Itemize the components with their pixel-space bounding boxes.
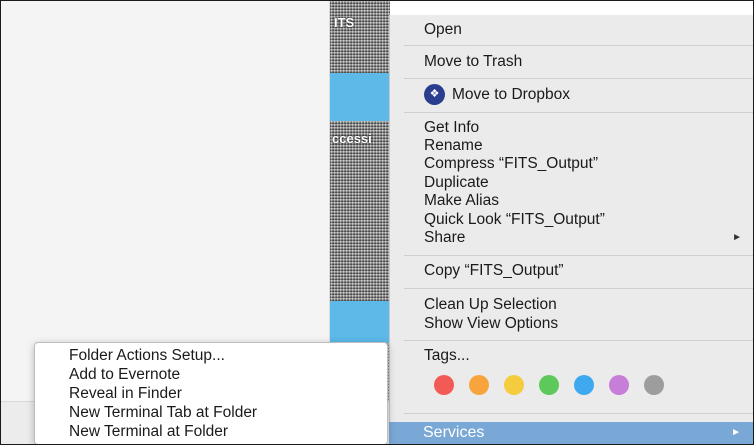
menu-separator — [404, 340, 753, 341]
tag-color-dot[interactable] — [644, 375, 664, 395]
menu-separator — [404, 413, 753, 414]
menu-item-move-to-trash[interactable]: Move to Trash — [424, 52, 522, 71]
file-name-label: ITS — [334, 15, 355, 30]
menu-item-share[interactable]: Share — [424, 228, 465, 247]
menu-separator — [404, 78, 753, 79]
menu-separator — [404, 255, 753, 256]
menu-item-make-alias[interactable]: Make Alias — [424, 191, 499, 210]
file-name-label-2: ccessi — [332, 131, 372, 146]
menu-item-show-view-options[interactable]: Show View Options — [424, 314, 558, 333]
chevron-right-icon: ► — [731, 427, 741, 438]
tag-color-dot[interactable] — [574, 375, 594, 395]
selected-file-highlight-2[interactable] — [330, 301, 390, 343]
selected-file-highlight[interactable] — [330, 73, 390, 121]
submenu-item-folder-actions-setup[interactable]: Folder Actions Setup... — [69, 346, 225, 365]
context-menu: Open Move to Trash ❖ Move to Dropbox Get… — [389, 15, 753, 444]
menu-item-clean-up-selection[interactable]: Clean Up Selection — [424, 295, 557, 314]
menu-separator — [404, 288, 753, 289]
submenu-item-add-to-evernote[interactable]: Add to Evernote — [69, 365, 180, 384]
tag-color-dot[interactable] — [504, 375, 524, 395]
tag-color-dot[interactable] — [469, 375, 489, 395]
menu-item-tags[interactable]: Tags... — [424, 346, 470, 365]
menu-item-services-highlighted[interactable]: Services ► — [389, 422, 753, 444]
submenu-item-reveal-in-finder[interactable]: Reveal in Finder — [69, 384, 182, 403]
services-submenu: Folder Actions Setup... Add to Evernote … — [34, 342, 388, 444]
menu-item-rename[interactable]: Rename — [424, 136, 483, 155]
menu-item-duplicate[interactable]: Duplicate — [424, 173, 489, 192]
tag-color-dot[interactable] — [539, 375, 559, 395]
menu-separator — [404, 112, 753, 113]
submenu-item-new-terminal-tab[interactable]: New Terminal Tab at Folder — [69, 403, 257, 422]
submenu-item-new-terminal[interactable]: New Terminal at Folder — [69, 422, 228, 441]
menu-item-open[interactable]: Open — [424, 20, 462, 39]
screen: ITS ccessi Open Move to Trash ❖ Move to … — [0, 0, 754, 445]
menu-item-services: Services — [423, 424, 485, 441]
tag-color-dot[interactable] — [434, 375, 454, 395]
finder-sidebar-pane — [1, 1, 330, 401]
menu-item-copy[interactable]: Copy “FITS_Output” — [424, 261, 564, 280]
menu-item-compress[interactable]: Compress “FITS_Output” — [424, 154, 598, 173]
menu-item-quick-look[interactable]: Quick Look “FITS_Output” — [424, 210, 605, 229]
menu-item-get-info[interactable]: Get Info — [424, 118, 479, 137]
tag-color-dot[interactable] — [609, 375, 629, 395]
dropbox-icon: ❖ — [424, 84, 445, 105]
menu-item-move-to-dropbox[interactable]: Move to Dropbox — [452, 85, 570, 104]
chevron-right-icon: ► — [732, 232, 742, 243]
menu-separator — [404, 45, 753, 46]
